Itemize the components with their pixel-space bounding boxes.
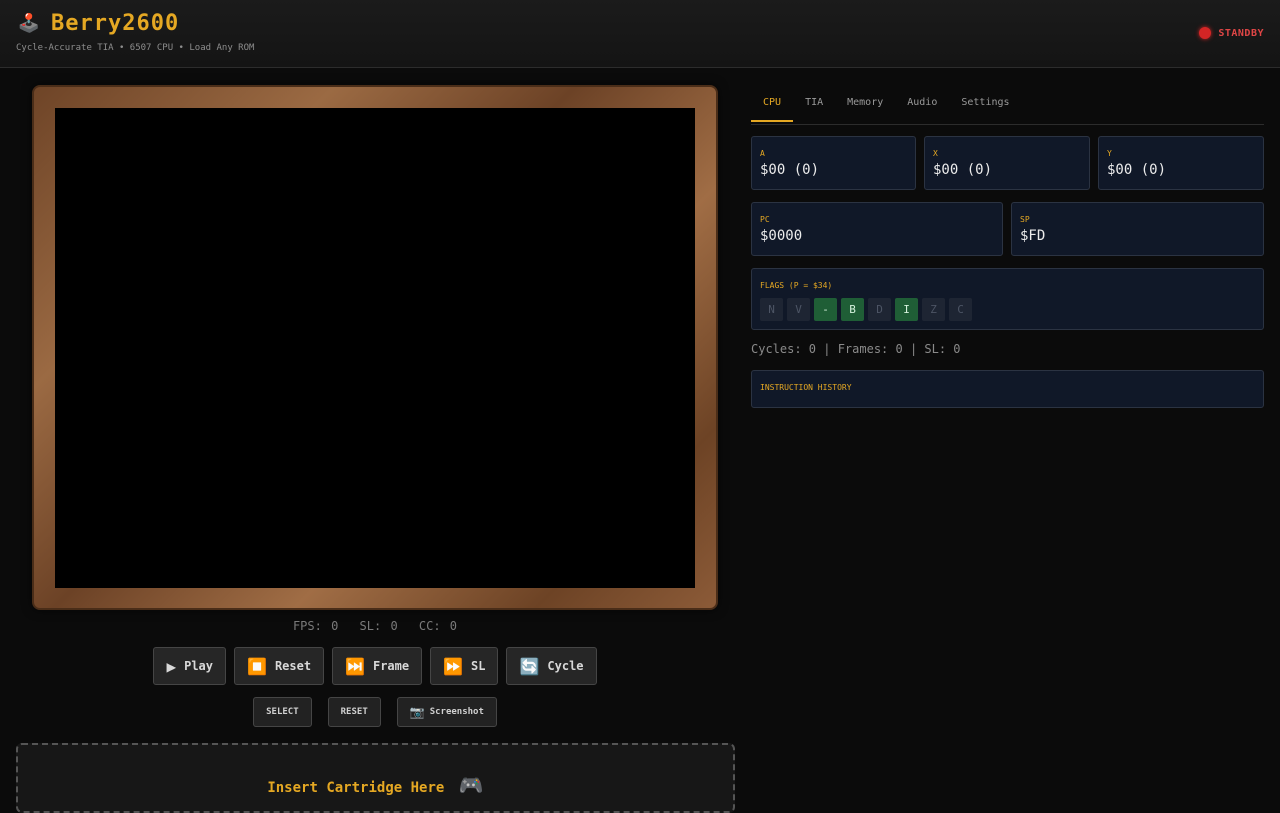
sl-label: SL (471, 659, 486, 673)
stop-icon: ⏹️ (247, 656, 267, 676)
tab-cpu[interactable]: CPU (751, 86, 794, 122)
logo: 🕹️ Berry2600 (16, 10, 179, 36)
screenshot-button[interactable]: 📷 Screenshot (396, 697, 497, 727)
cycle-step-button[interactable]: 🔄 Cycle (506, 647, 597, 685)
instruction-history-label: INSTRUCTION HISTORY (760, 383, 852, 392)
cartridge-text: Insert Cartridge Here (267, 780, 445, 796)
scanline-counter: SL: 0 (359, 619, 398, 633)
flag-v: V (787, 298, 810, 321)
app-header: 🕹️ Berry2600 Cycle-Accurate TIA • 6507 C… (0, 0, 1280, 68)
register-x-label: X (933, 149, 938, 158)
tab-audio[interactable]: Audio (895, 86, 949, 122)
cycle-frame-summary: Cycles: 0 | Frames: 0 | SL: 0 (751, 342, 961, 356)
frame-label: Frame (372, 659, 410, 673)
register-y-value: $00 (0) (1107, 162, 1167, 178)
flag-unused: - (814, 298, 837, 321)
register-sp-label: SP (1020, 215, 1030, 224)
cartridge-drop-zone[interactable]: Insert Cartridge Here 🎮 (16, 743, 735, 813)
cycle-counter: CC: 0 (418, 619, 458, 633)
flag-b: B (841, 298, 864, 321)
scanline-step-button[interactable]: ⏩ SL (430, 647, 499, 685)
reset-button[interactable]: ⏹️ Reset (234, 647, 325, 685)
reset-label: Reset (274, 659, 312, 673)
register-x-panel: X $00 (0) (924, 136, 1090, 190)
register-a-label: A (760, 149, 765, 158)
register-a-panel: A $00 (0) (751, 136, 916, 190)
emulator-controls: ▶ Play ⏹️ Reset ⏭️ Frame ⏩ SL 🔄 Cycle (0, 647, 750, 685)
register-y-panel: Y $00 (0) (1098, 136, 1264, 190)
register-a-value: $00 (0) (760, 162, 820, 178)
flag-i: I (895, 298, 918, 321)
cartridge-label: Insert Cartridge Here 🎮 (18, 773, 733, 797)
status-indicator: STANDBY (1199, 27, 1264, 39)
tab-settings[interactable]: Settings (949, 86, 1021, 122)
status-text: STANDBY (1218, 27, 1264, 39)
next-track-icon: ⏭️ (345, 656, 365, 676)
play-button[interactable]: ▶ Play (153, 647, 227, 685)
joystick-icon: 🕹️ (17, 12, 41, 34)
gamepad-icon: 🎮 (458, 773, 484, 797)
flags-label: FLAGS (P = $34) (760, 281, 833, 290)
flags-panel: FLAGS (P = $34) N V - B D I Z C (751, 268, 1264, 330)
stats-row: FPS: 0 SL: 0 CC: 0 (32, 619, 718, 633)
frame-step-button[interactable]: ⏭️ Frame (332, 647, 423, 685)
flag-row: N V - B D I Z C (760, 298, 976, 321)
register-pc-value: $0000 (760, 228, 803, 244)
fast-forward-icon: ⏩ (443, 656, 464, 676)
tab-tia[interactable]: TIA (793, 86, 835, 122)
tv-frame (32, 85, 718, 610)
flag-d: D (868, 298, 891, 321)
register-pc-panel: PC $0000 (751, 202, 1003, 256)
instruction-history-panel: INSTRUCTION HISTORY (751, 370, 1264, 408)
reset-switch-button[interactable]: RESET (327, 697, 381, 727)
cycle-arrows-icon: 🔄 (519, 656, 540, 676)
console-switches: SELECT RESET 📷 Screenshot (0, 697, 750, 727)
register-x-value: $00 (0) (933, 162, 993, 178)
debug-tabs: CPU TIA Memory Audio Settings (751, 86, 1264, 125)
emulator-screen[interactable] (55, 108, 695, 588)
app-subtitle: Cycle-Accurate TIA • 6507 CPU • Load Any… (16, 43, 255, 53)
status-dot-icon (1199, 27, 1212, 39)
register-y-label: Y (1107, 149, 1112, 158)
play-icon: ▶ (166, 656, 177, 676)
register-pc-label: PC (760, 215, 770, 224)
screenshot-label: Screenshot (429, 707, 484, 717)
flag-z: Z (922, 298, 945, 321)
camera-icon: 📷 (409, 705, 425, 719)
play-label: Play (184, 659, 214, 673)
app-title: Berry2600 (51, 10, 180, 36)
cycle-label: Cycle (547, 659, 584, 673)
flag-c: C (949, 298, 972, 321)
fps-counter: FPS: 0 (292, 619, 339, 633)
flag-n: N (760, 298, 783, 321)
select-switch-button[interactable]: SELECT (253, 697, 312, 727)
tab-memory[interactable]: Memory (835, 86, 895, 122)
register-sp-panel: SP $FD (1011, 202, 1264, 256)
register-sp-value: $FD (1020, 228, 1046, 244)
